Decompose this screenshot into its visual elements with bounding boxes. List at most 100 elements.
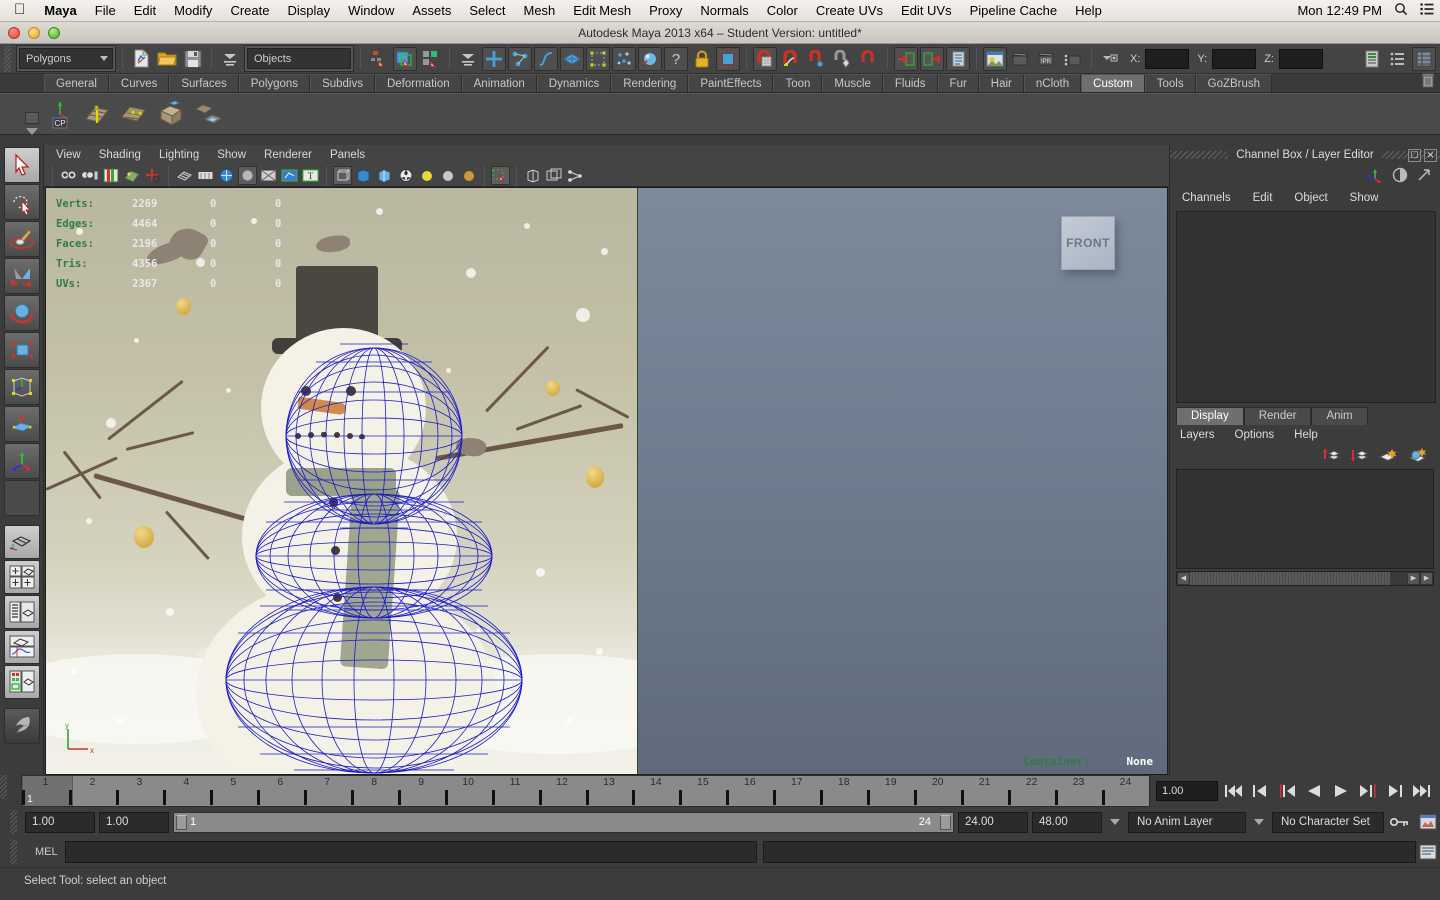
- play-backwards-icon[interactable]: [1302, 779, 1326, 803]
- go-to-end-icon[interactable]: [1410, 779, 1434, 803]
- shelf-tab-hair[interactable]: Hair: [978, 74, 1024, 92]
- two-d-pan-zoom-icon[interactable]: [143, 166, 162, 185]
- lasso-tool[interactable]: [3, 184, 40, 220]
- shelf-tab-polygons[interactable]: Polygons: [238, 74, 311, 92]
- character-set-field[interactable]: No Character Set: [1272, 811, 1384, 833]
- timeline-frame-mark[interactable]: [914, 790, 918, 805]
- scale-tool[interactable]: [3, 332, 40, 368]
- select-by-rendering-icon[interactable]: [638, 46, 662, 71]
- range-end-handle[interactable]: [940, 814, 951, 830]
- hypershade-persp-layout[interactable]: [3, 665, 40, 699]
- timeline-frame-mark[interactable]: [115, 790, 119, 805]
- layer-menu-options[interactable]: Options: [1235, 429, 1275, 441]
- os-menu-item-pipeline-cache[interactable]: Pipeline Cache: [961, 3, 1066, 18]
- command-input-field[interactable]: [65, 841, 757, 863]
- os-menu-item-help[interactable]: Help: [1066, 3, 1111, 18]
- select-mask-menu-icon[interactable]: [456, 47, 480, 71]
- go-to-start-icon[interactable]: [1221, 779, 1245, 803]
- command-result-field[interactable]: [763, 841, 1416, 863]
- viewport-menu-view[interactable]: View: [56, 149, 81, 161]
- new-layer-icon[interactable]: [1378, 447, 1398, 466]
- polygon-cube-icon[interactable]: [155, 98, 187, 130]
- trash-icon[interactable]: [1421, 73, 1435, 91]
- shelf-tab-gozbrush[interactable]: GoZBrush: [1195, 74, 1273, 92]
- apple-logo-icon[interactable]: : [8, 2, 35, 19]
- scroll-left-icon[interactable]: ◀: [1177, 571, 1190, 585]
- os-menu-item-window[interactable]: Window: [339, 3, 403, 18]
- timeline-frame-mark[interactable]: [68, 790, 72, 805]
- snowman-polygon-mesh[interactable]: [194, 328, 554, 774]
- gamma-icon[interactable]: [565, 166, 584, 185]
- new-layer-from-selected-icon[interactable]: [1408, 447, 1428, 466]
- os-menu-item-proxy[interactable]: Proxy: [640, 3, 691, 18]
- snap-view-icon[interactable]: [831, 47, 855, 71]
- camera-attributes-icon[interactable]: [80, 166, 99, 185]
- snap-grid-icon[interactable]: [753, 46, 777, 71]
- light-all-icon[interactable]: [459, 166, 478, 185]
- timeline-frame-mark[interactable]: [491, 790, 495, 805]
- os-menu-item-normals[interactable]: Normals: [691, 3, 757, 18]
- shelf-tab-general[interactable]: General: [44, 74, 109, 92]
- film-gate-icon[interactable]: [196, 166, 215, 185]
- xray-joints-icon[interactable]: [280, 166, 299, 185]
- channel-box-menu-show[interactable]: Show: [1350, 192, 1379, 204]
- os-menu-item-color[interactable]: Color: [758, 3, 807, 18]
- list-icon[interactable]: [1420, 3, 1434, 18]
- current-frame-field[interactable]: 1.00: [1156, 781, 1218, 801]
- os-menu-item-modify[interactable]: Modify: [165, 3, 221, 18]
- select-by-handle-icon[interactable]: [482, 46, 506, 71]
- shelf-tab-surfaces[interactable]: Surfaces: [169, 74, 239, 92]
- shelf-tab-deformation[interactable]: Deformation: [374, 74, 462, 92]
- shelf-tab-toon[interactable]: Toon: [773, 74, 823, 92]
- os-menu-item-select[interactable]: Select: [460, 3, 514, 18]
- timeline-frame-mark[interactable]: [303, 790, 307, 805]
- shelf-tab-fluids[interactable]: Fluids: [882, 74, 938, 92]
- shelf-tab-fur[interactable]: Fur: [937, 74, 979, 92]
- render-settings-icon[interactable]: [1061, 47, 1085, 71]
- xray-icon[interactable]: [259, 166, 278, 185]
- os-menu-item-edit-mesh[interactable]: Edit Mesh: [564, 3, 640, 18]
- character-set-dropdown-icon[interactable]: [1254, 819, 1264, 825]
- os-menu-item-create-uvs[interactable]: Create UVs: [807, 3, 892, 18]
- maya-paint-logo-icon[interactable]: [3, 708, 40, 744]
- status-line-grip[interactable]: [4, 45, 11, 72]
- shelf-tab-dynamics[interactable]: Dynamics: [536, 74, 612, 92]
- os-menu-item-assets[interactable]: Assets: [403, 3, 460, 18]
- polygon-patch-icon[interactable]: [118, 98, 150, 130]
- move-layer-down-icon[interactable]: [1350, 447, 1369, 466]
- view-cube[interactable]: FRONT: [1061, 216, 1115, 270]
- channel-box-content[interactable]: [1176, 211, 1436, 403]
- timeline-frame-mark[interactable]: [397, 790, 401, 805]
- shelf-tab-toggle-icon[interactable]: [25, 112, 39, 124]
- scrollbar-thumb[interactable]: [1190, 571, 1390, 585]
- menuset-selector[interactable]: Polygons: [16, 45, 116, 72]
- step-forward-key-icon[interactable]: [1356, 779, 1380, 803]
- animation-end-field[interactable]: 48.00: [1032, 811, 1102, 833]
- attribute-editor-icon[interactable]: [1360, 47, 1384, 71]
- shelf-tab-curves[interactable]: Curves: [108, 74, 170, 92]
- select-component-icon[interactable]: [419, 47, 443, 71]
- snap-projected-icon[interactable]: [857, 47, 881, 71]
- x-coordinate-field[interactable]: [1145, 48, 1190, 69]
- os-menu-item-mesh[interactable]: Mesh: [515, 3, 565, 18]
- light-default-icon[interactable]: [438, 166, 457, 185]
- editor-toggle-icon[interactable]: [1098, 47, 1122, 71]
- playback-end-field[interactable]: 24.00: [958, 811, 1028, 833]
- exposure-icon[interactable]: [544, 166, 563, 185]
- grid-toggle-icon[interactable]: [175, 166, 194, 185]
- timeline-frame-mark[interactable]: [162, 790, 166, 805]
- layer-tab-render[interactable]: Render: [1243, 406, 1312, 425]
- image-plane-icon[interactable]: [122, 166, 141, 185]
- layer-tab-display[interactable]: Display: [1176, 406, 1244, 425]
- rotate-tool[interactable]: [3, 295, 40, 331]
- shelf-tab-custom[interactable]: Custom: [1081, 74, 1145, 92]
- select-object-icon[interactable]: [393, 46, 417, 71]
- snap-curve-icon[interactable]: [779, 47, 803, 71]
- timeline-frame-mark[interactable]: [22, 790, 25, 805]
- wireframe-shading-icon[interactable]: [333, 166, 352, 185]
- shadows-icon[interactable]: [523, 166, 542, 185]
- texture-toggle-icon[interactable]: T: [301, 166, 320, 185]
- timeline-frame-mark[interactable]: [1008, 790, 1012, 805]
- search-icon[interactable]: [1394, 2, 1408, 19]
- hardware-texturing-icon[interactable]: [396, 166, 415, 185]
